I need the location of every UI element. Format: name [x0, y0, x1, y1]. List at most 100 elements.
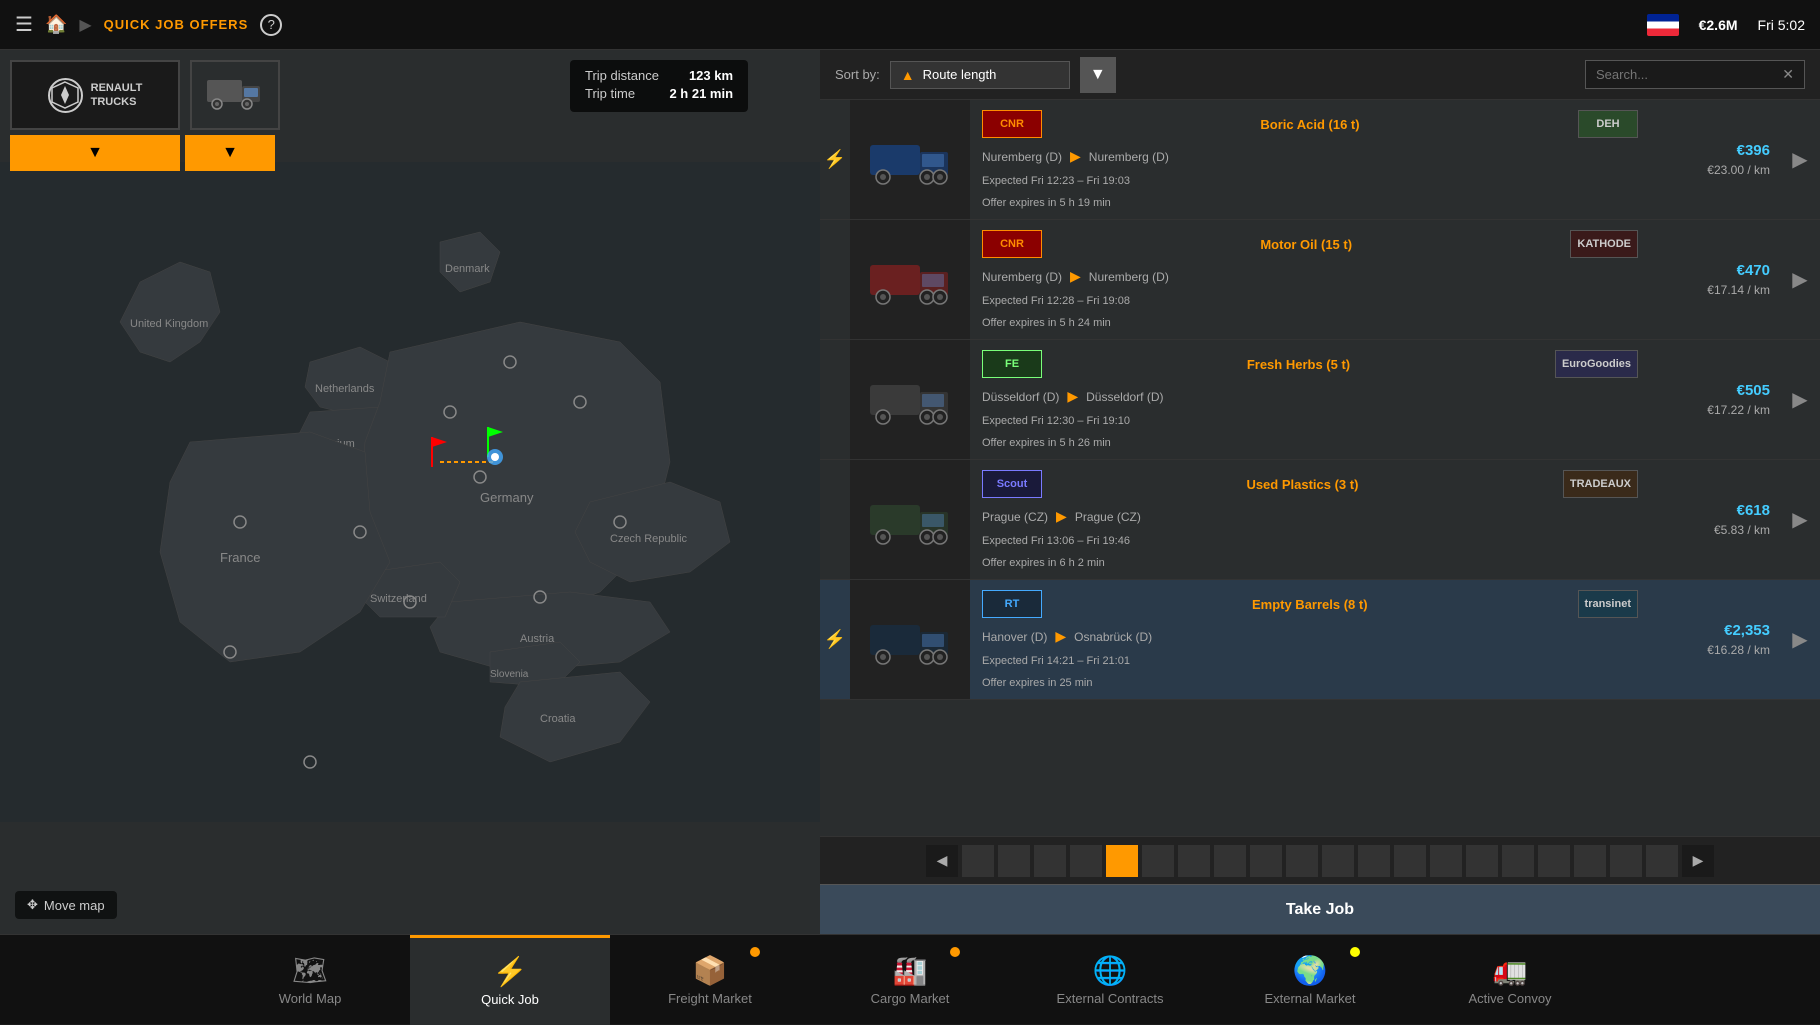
nav-icon-external-contracts: 🌐 — [1093, 954, 1128, 987]
page-button-14[interactable] — [1430, 845, 1462, 877]
menu-button[interactable]: ☰ — [15, 12, 33, 37]
page-button-5[interactable] — [1106, 845, 1138, 877]
job-card[interactable]: CNR Motor Oil (15 t) KATHODE Nuremberg (… — [820, 220, 1820, 340]
job-card[interactable]: FE Fresh Herbs (5 t) EuroGoodies Düsseld… — [820, 340, 1820, 460]
page-button-8[interactable] — [1214, 845, 1246, 877]
page-button-2[interactable] — [998, 845, 1030, 877]
company-logo: CNR — [982, 230, 1042, 258]
job-truck-image — [850, 340, 970, 459]
truck-box — [190, 60, 280, 130]
nav-item-external-market[interactable]: 🌍 External Market — [1210, 935, 1410, 1025]
sort-select[interactable]: ▲ Route length — [890, 61, 1070, 89]
svg-text:Czech Republic: Czech Republic — [610, 533, 688, 545]
nav-item-cargo-market[interactable]: 🏭 Cargo Market — [810, 935, 1010, 1025]
page-button-1[interactable] — [962, 845, 994, 877]
truck-icon — [205, 72, 265, 119]
trip-info: Trip distance 123 km Trip time 2 h 21 mi… — [570, 60, 748, 112]
destination-logo: TRADEAUX — [1563, 470, 1638, 498]
job-route: Düsseldorf (D) ▶ Düsseldorf (D) — [982, 388, 1638, 405]
nav-icon-active-convoy: 🚛 — [1493, 954, 1528, 987]
language-flag[interactable] — [1647, 14, 1679, 36]
page-button-18[interactable] — [1574, 845, 1606, 877]
sort-bar: Sort by: ▲ Route length ▼ ✕ — [820, 50, 1820, 100]
job-expected: Expected Fri 12:23 – Fri 19:03 — [982, 175, 1638, 187]
job-card-arrow-icon[interactable]: ▶ — [1780, 460, 1820, 579]
job-header: Scout Used Plastics (3 t) TRADEAUX — [982, 470, 1638, 498]
take-job-button[interactable]: Take Job — [820, 884, 1820, 934]
svg-text:Denmark: Denmark — [445, 263, 490, 275]
page-button-12[interactable] — [1358, 845, 1390, 877]
job-card-arrow-icon[interactable]: ▶ — [1780, 340, 1820, 459]
company-logo: Scout — [982, 470, 1042, 498]
nav-icon-quick-job: ⚡ — [493, 955, 528, 988]
nav-item-freight-market[interactable]: 📦 Freight Market — [610, 935, 810, 1025]
destination-logo: transinet — [1578, 590, 1638, 618]
prev-page-button[interactable]: ◀ — [926, 845, 958, 877]
company-logo: RT — [982, 590, 1042, 618]
home-button[interactable]: 🏠 — [45, 14, 67, 35]
destination-logo: DEH — [1578, 110, 1638, 138]
help-button[interactable]: ? — [260, 14, 282, 36]
page-button-3[interactable] — [1034, 845, 1066, 877]
from-city: Nuremberg (D) — [982, 270, 1062, 284]
next-page-button[interactable]: ▶ — [1682, 845, 1714, 877]
job-price: €505 €17.22 / km — [1650, 340, 1780, 459]
page-button-17[interactable] — [1538, 845, 1570, 877]
job-route: Hanover (D) ▶ Osnabrück (D) — [982, 628, 1638, 645]
nav-item-external-contracts[interactable]: 🌐 External Contracts — [1010, 935, 1210, 1025]
job-header: CNR Motor Oil (15 t) KATHODE — [982, 230, 1638, 258]
chevron-down-icon: ▼ — [1090, 66, 1106, 84]
sort-up-icon: ▲ — [901, 67, 915, 83]
job-list: ⚡ CNR Boric Acid (16 t) DEH Nuremberg (D… — [820, 100, 1820, 836]
job-expires: Offer expires in 6 h 2 min — [982, 557, 1638, 569]
page-button-4[interactable] — [1070, 845, 1102, 877]
page-button-16[interactable] — [1502, 845, 1534, 877]
nav-item-active-convoy[interactable]: 🚛 Active Convoy — [1410, 935, 1610, 1025]
truck-dropdown[interactable]: ▼ — [185, 135, 275, 171]
job-card[interactable]: ⚡ RT Empty Barrels (8 t) transinet Hanov… — [820, 580, 1820, 700]
search-input[interactable] — [1596, 67, 1774, 82]
nav-item-world-map[interactable]: 🗺 World Map — [210, 935, 410, 1025]
cargo-name: Empty Barrels (8 t) — [1042, 597, 1578, 612]
route-arrow-icon: ▶ — [1070, 148, 1081, 165]
nav-item-quick-job[interactable]: ⚡ Quick Job — [410, 935, 610, 1025]
job-price: €2,353 €16.28 / km — [1650, 580, 1780, 699]
to-city: Nuremberg (D) — [1089, 150, 1169, 164]
price-per-km: €5.83 / km — [1714, 523, 1770, 537]
right-panel: Sort by: ▲ Route length ▼ ✕ ⚡ — [820, 50, 1820, 934]
nav-label-quick-job: Quick Job — [481, 992, 539, 1007]
job-card[interactable]: ⚡ CNR Boric Acid (16 t) DEH Nuremberg (D… — [820, 100, 1820, 220]
time-display: Fri 5:02 — [1758, 17, 1805, 33]
nav-dot — [950, 947, 960, 957]
page-button-13[interactable] — [1394, 845, 1426, 877]
route-arrow-icon: ▶ — [1056, 508, 1067, 525]
job-header: RT Empty Barrels (8 t) transinet — [982, 590, 1638, 618]
move-map-button[interactable]: ✥ Move map — [15, 891, 117, 919]
job-expected: Expected Fri 12:30 – Fri 19:10 — [982, 415, 1638, 427]
page-button-6[interactable] — [1142, 845, 1174, 877]
job-card-arrow-icon[interactable]: ▶ — [1780, 100, 1820, 219]
brand-dropdown[interactable]: ▼ — [10, 135, 180, 171]
pagination-bar: ◀▶ — [820, 836, 1820, 884]
page-button-20[interactable] — [1646, 845, 1678, 877]
price-main: €396 — [1737, 142, 1770, 159]
job-truck-image — [850, 220, 970, 339]
top-bar: ☰ 🏠 ▶ QUICK JOB OFFERS ? €2.6M Fri 5:02 — [0, 0, 1820, 50]
page-button-9[interactable] — [1250, 845, 1282, 877]
job-card-arrow-icon[interactable]: ▶ — [1780, 220, 1820, 339]
from-city: Düsseldorf (D) — [982, 390, 1059, 404]
job-card-arrow-icon[interactable]: ▶ — [1780, 580, 1820, 699]
sort-dropdown-button[interactable]: ▼ — [1080, 57, 1116, 93]
job-card[interactable]: Scout Used Plastics (3 t) TRADEAUX Pragu… — [820, 460, 1820, 580]
brand-logo — [48, 78, 83, 113]
price-main: €618 — [1737, 502, 1770, 519]
job-price: €618 €5.83 / km — [1650, 460, 1780, 579]
search-clear-icon[interactable]: ✕ — [1782, 66, 1794, 83]
job-route: Prague (CZ) ▶ Prague (CZ) — [982, 508, 1638, 525]
map-container[interactable]: United Kingdom Denmark Netherlands Belgi… — [0, 50, 820, 934]
page-button-10[interactable] — [1286, 845, 1318, 877]
page-button-11[interactable] — [1322, 845, 1354, 877]
page-button-15[interactable] — [1466, 845, 1498, 877]
page-button-7[interactable] — [1178, 845, 1210, 877]
page-button-19[interactable] — [1610, 845, 1642, 877]
